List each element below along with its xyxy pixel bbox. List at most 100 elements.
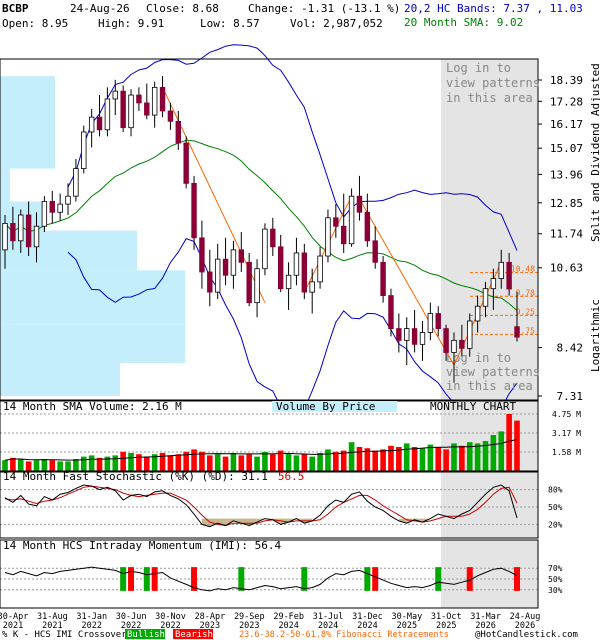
header-high: High: 9.91 [98, 17, 164, 30]
imi-bullish-marker [301, 567, 308, 591]
header-sma: 20 Month SMA: 9.02 [404, 16, 523, 29]
volume-bar [238, 455, 245, 471]
logarithmic-label: Logarithmic [589, 299, 600, 372]
stochastic-tick-label: 20% [548, 520, 563, 529]
candle-body [167, 110, 174, 122]
imi-shade [441, 540, 538, 608]
stochastic-axis: 80% 50% 20% [548, 486, 563, 530]
candle-body [341, 225, 347, 245]
legend: % K - HCS IMI Crossover, Bullish Bearish… [2, 629, 578, 640]
volume-bar [270, 454, 276, 471]
imi-axis: 70% 50% 30% [548, 564, 563, 595]
candle-body [191, 182, 197, 239]
candle-body [482, 288, 489, 307]
volume-bar [309, 456, 315, 471]
stochastic-title-d: 56.5 [278, 470, 305, 483]
imi-tick-label: 50% [548, 575, 563, 584]
volume-bar [262, 451, 268, 471]
imi-tick-label: 30% [548, 586, 563, 595]
candle-body [325, 217, 331, 257]
candle-body [419, 332, 426, 345]
candle-body [65, 195, 71, 205]
volume-bar [498, 431, 505, 471]
header-low: Low: 8.57 [200, 17, 260, 30]
candle-body [159, 86, 166, 112]
volume-bar [214, 454, 221, 471]
candle-body [435, 313, 441, 329]
candle-body [104, 98, 111, 131]
volume-bar [459, 445, 465, 471]
candle-body [151, 86, 158, 116]
imi-bearish-marker [128, 567, 135, 591]
imi-tick-label: 70% [548, 564, 563, 573]
volume-tick-label: 1.58 M [552, 448, 581, 457]
candle-body [57, 203, 63, 213]
volume-bar [506, 414, 512, 471]
candle-body [112, 90, 118, 100]
candle-body [175, 120, 181, 144]
price-axis: 18.39 17.28 16.17 15.07 13.96 12.85 11.74 10.63… [538, 74, 583, 403]
candle-body [506, 261, 512, 290]
candlestick-chart: BCBP 24-Aug-26 Close: 8.68 Change: -1.31… [0, 2, 600, 640]
volume-bar [112, 455, 119, 471]
candle-body [348, 195, 355, 245]
price-tick-label: 15.07 [550, 142, 583, 155]
stochastic-shade [441, 472, 538, 538]
legend-prefix: % K - HCS IMI Crossover, [2, 630, 132, 640]
volume-bar [317, 453, 323, 471]
imi-bearish-marker [151, 567, 158, 591]
candle-body [214, 258, 221, 293]
imi-panel: 14 Month HCS Intraday Momentum (IMI): 56… [0, 539, 563, 609]
volume-bar [443, 449, 449, 471]
volume-bar [199, 451, 205, 471]
volume-bar [356, 447, 363, 471]
volume-bar [293, 455, 300, 471]
candle-body [199, 237, 205, 273]
volume-bar [222, 456, 229, 471]
candle-body [356, 195, 363, 213]
volume-title: 14 Month SMA Volume: 2.16 M [3, 400, 182, 413]
imi-bullish-marker [364, 567, 371, 591]
candle-body [411, 328, 418, 345]
candle-body [230, 249, 237, 276]
volume-bar [403, 443, 410, 471]
candle-body [120, 90, 126, 129]
volume-tick-label: 4.75 M [552, 410, 581, 419]
imi-bullish-marker [238, 567, 245, 591]
volume-bar [128, 453, 134, 471]
fib-label: 9.25 [516, 307, 535, 316]
stochastic-panel: 14 Month Fast Stochastic (%K) (%D): 31.1… [0, 470, 563, 539]
volume-bar [388, 445, 394, 471]
candle-body [467, 320, 473, 349]
split-adjusted-label: Split and Dividend Adjusted [589, 63, 600, 242]
price-tick-label: 8.42 [557, 342, 584, 355]
fib-label: 10.48 [511, 265, 535, 274]
volume-bar [246, 454, 252, 471]
imi-bearish-marker [514, 567, 520, 591]
header-symbol: BCBP [2, 2, 29, 15]
vbp-bar [0, 270, 185, 325]
header-change: Change: -1.31 (-13.1 %) [248, 2, 400, 15]
candle-body [33, 225, 40, 248]
imi-bullish-marker [120, 567, 127, 591]
stochastic-tick-label: 80% [548, 486, 563, 495]
imi-bullish-marker [143, 567, 150, 591]
candle-body [136, 94, 142, 104]
candle-body [246, 261, 252, 304]
volume-bar [254, 456, 260, 471]
candle-body [25, 214, 32, 248]
volume-bar [143, 456, 150, 471]
price-tick-label: 12.85 [550, 197, 583, 210]
candle-body [388, 295, 394, 329]
volume-tick-label: 3.17 M [552, 429, 581, 438]
header-close: Close: 8.68 [146, 2, 219, 15]
volume-bar [411, 447, 418, 471]
candle-body [41, 201, 48, 227]
price-tick-label: 16.17 [550, 118, 583, 131]
candle-body [285, 274, 292, 290]
price-tick-label: 10.63 [550, 262, 583, 275]
volume-bar [167, 455, 174, 471]
volume-bar [230, 453, 237, 471]
price-tick-label: 11.74 [550, 228, 583, 241]
volume-panel: 14 Month SMA Volume: 2.16 M Volume By Pr… [0, 400, 581, 472]
